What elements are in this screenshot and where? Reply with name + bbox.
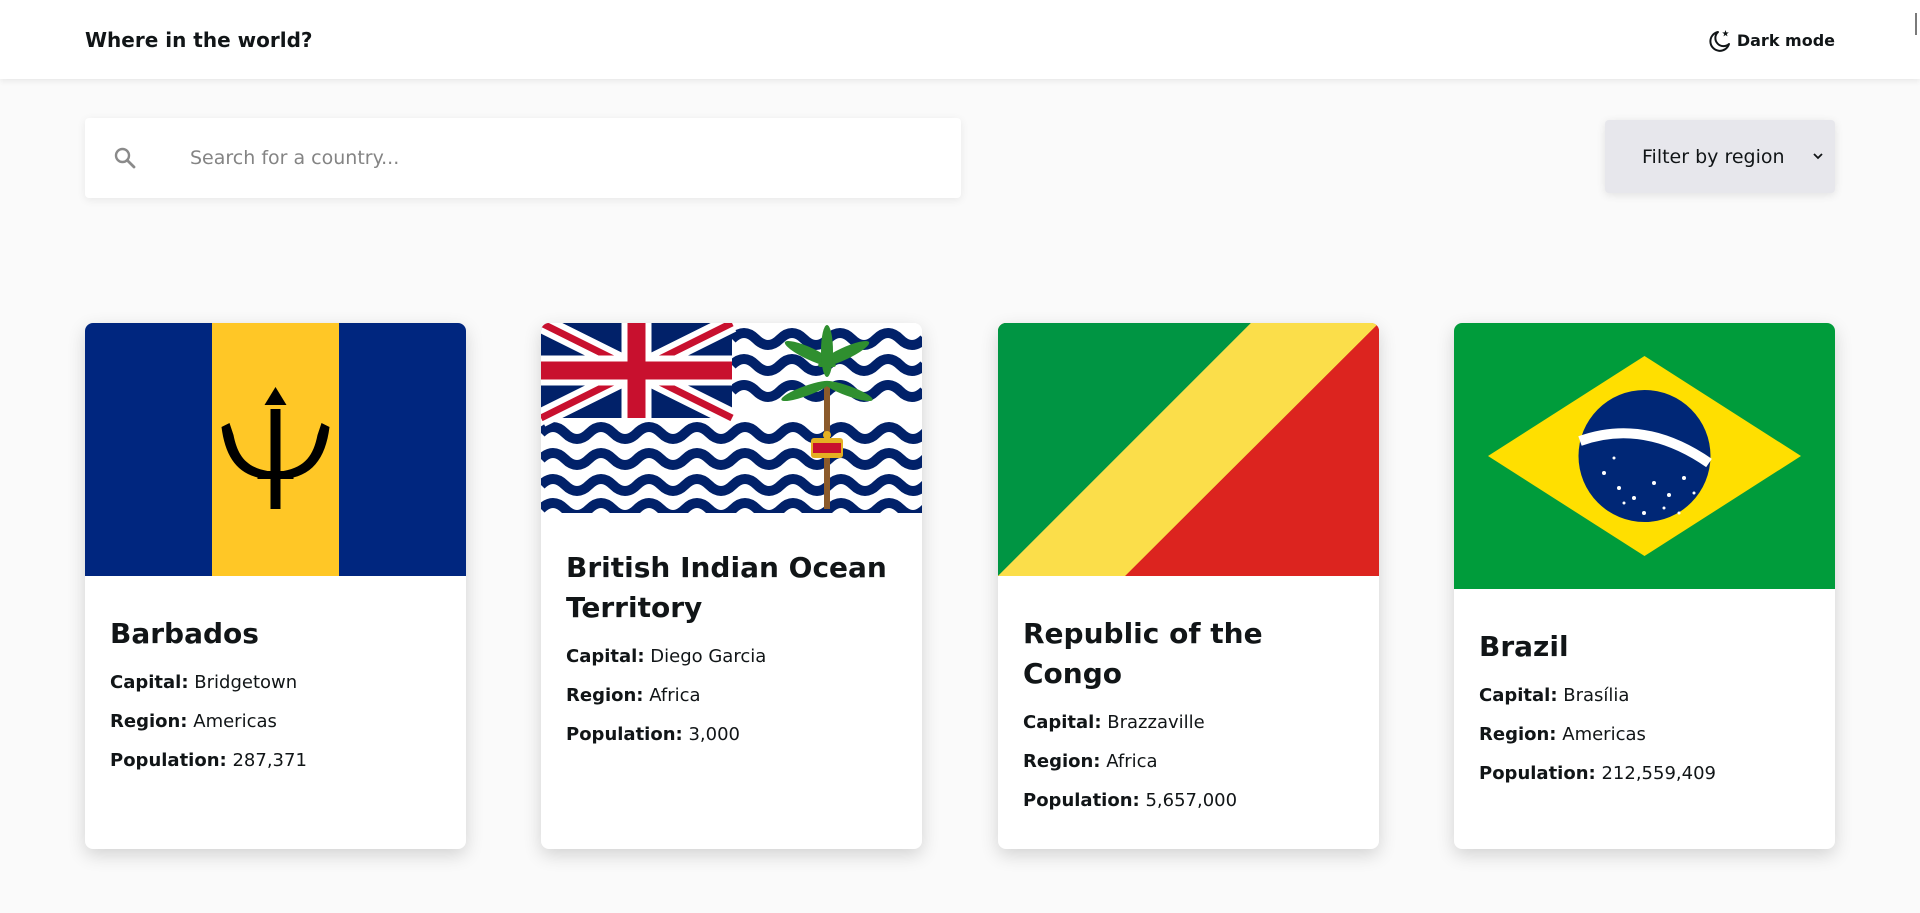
- country-population: Population: 287,371: [110, 750, 307, 771]
- country-capital: Capital: Brazzaville: [1023, 712, 1205, 733]
- country-name: British Indian Ocean Territory: [566, 551, 887, 624]
- brazil-flag: [1454, 323, 1835, 589]
- country-card-brazil[interactable]: Brazil Capital: Brasília Region: America…: [1454, 323, 1835, 849]
- search-input[interactable]: [190, 118, 930, 198]
- country-population: Population: 212,559,409: [1479, 763, 1716, 784]
- country-population: Population: 5,657,000: [1023, 790, 1238, 811]
- country-population: Population: 3,000: [566, 724, 740, 745]
- search-bar: [85, 118, 961, 198]
- country-card-british-indian-ocean-territory[interactable]: British Indian Ocean Territory Capital: …: [541, 323, 922, 849]
- country-card-republic-of-the-congo[interactable]: Republic of the Congo Capital: Brazzavil…: [998, 323, 1379, 849]
- british-indian-ocean-territory-flag: [541, 323, 922, 513]
- country-capital: Capital: Brasília: [1479, 685, 1630, 706]
- country-name: Brazil: [1479, 630, 1569, 663]
- app-title: Where in the world?: [85, 27, 313, 52]
- dark-mode-label: Dark mode: [1736, 31, 1835, 50]
- barbados-flag: [85, 323, 466, 576]
- dark-mode-toggle[interactable]: Dark mode: [1707, 28, 1835, 54]
- app-header: Where in the world? Dark mode: [0, 0, 1920, 79]
- region-filter-label: Filter by region: [1642, 145, 1785, 168]
- moon-icon: [1707, 28, 1733, 54]
- country-name: Republic of the Congo: [1023, 617, 1263, 690]
- country-region: Region: Africa: [566, 685, 701, 706]
- country-region: Region: Americas: [1479, 724, 1646, 745]
- country-capital: Capital: Diego Garcia: [566, 646, 767, 667]
- region-filter-select[interactable]: Filter by region: [1605, 120, 1835, 193]
- country-card-barbados[interactable]: Barbados Capital: Bridgetown Region: Ame…: [85, 323, 466, 849]
- chevron-down-icon: [1811, 146, 1825, 168]
- country-capital: Capital: Bridgetown: [110, 672, 298, 693]
- country-name: Barbados: [110, 617, 259, 650]
- scrollbar-thumb[interactable]: [1915, 13, 1917, 35]
- country-region: Region: Africa: [1023, 751, 1158, 772]
- country-region: Region: Americas: [110, 711, 277, 732]
- search-icon: [113, 146, 137, 174]
- republic-of-the-congo-flag: [998, 323, 1379, 576]
